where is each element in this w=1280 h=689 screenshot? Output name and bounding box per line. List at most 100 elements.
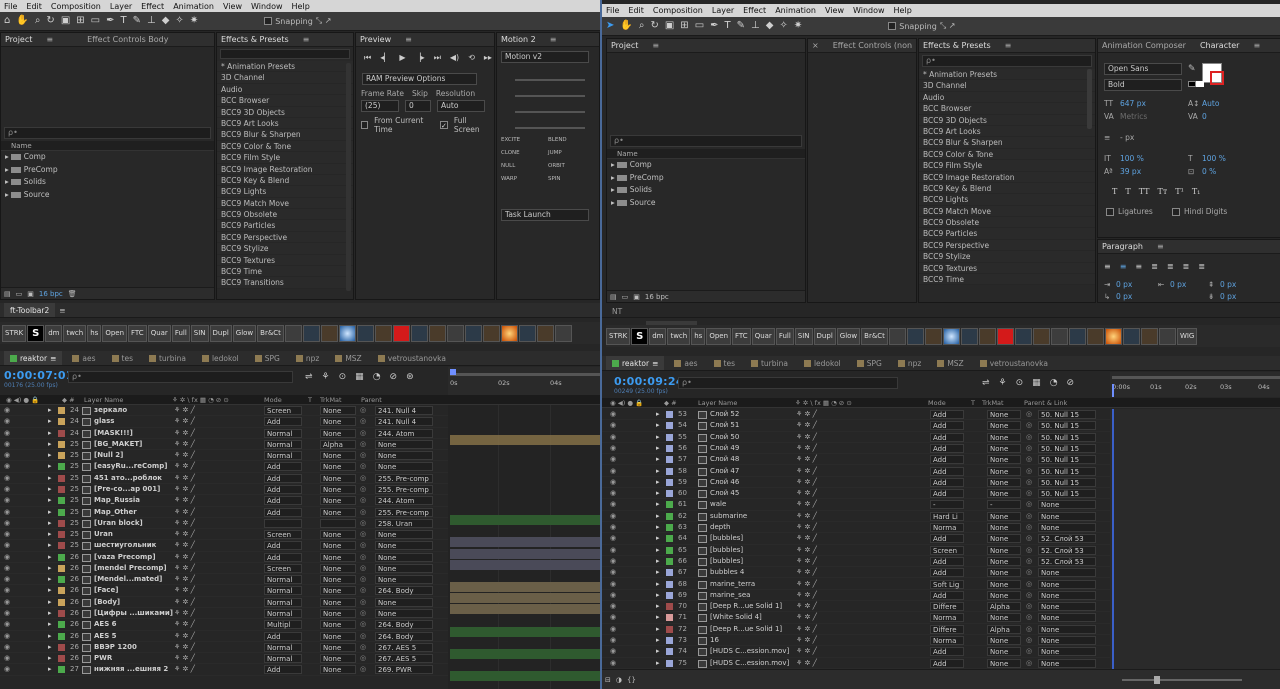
blend-mode-select[interactable]: Differe xyxy=(930,602,964,612)
layer-row[interactable]: ◉ ▸ 25 Uran ⚘ ✲ ╱ Screen None ◎ None xyxy=(0,529,448,541)
project-item-solids[interactable]: ▸ Solids xyxy=(1,176,214,189)
snapping-checkbox[interactable] xyxy=(264,17,273,25)
ft-button[interactable]: dm xyxy=(45,324,63,342)
visibility-eye-icon[interactable]: ◉ xyxy=(610,488,620,498)
trkmat-select[interactable]: None xyxy=(320,462,356,472)
label-color-swatch[interactable] xyxy=(58,598,65,606)
layer-row[interactable]: ◉ ▸ 75 [HUDS C...ession.mov] ⚘ ✲ ╱ Add None ◎ No… xyxy=(602,658,1110,669)
layer-name[interactable]: Слой 46 xyxy=(710,477,794,487)
blend-mode-select[interactable]: Hard Li xyxy=(930,511,964,521)
hindi-digits-checkbox[interactable] xyxy=(1172,208,1180,216)
layer-row[interactable]: ◉ ▸ 25 Map_Russia ⚘ ✲ ╱ Add None ◎ 244. Atom xyxy=(0,495,448,507)
effect-category-item[interactable]: BCC9 Blur & Sharpen xyxy=(919,137,1095,149)
menu-animation[interactable]: Animation xyxy=(173,2,214,11)
parent-select[interactable]: None xyxy=(1038,511,1096,521)
layer-switches-icons[interactable]: ⚘ ✲ ╱ xyxy=(174,450,214,460)
visibility-eye-icon[interactable]: ◉ xyxy=(610,454,620,464)
rotate-tool-icon[interactable]: ↻ xyxy=(650,20,658,32)
draft3d-icon[interactable]: ⚘ xyxy=(322,372,330,382)
label-color-swatch[interactable] xyxy=(666,625,673,633)
menu-view[interactable]: View xyxy=(825,6,844,15)
black-swatch[interactable] xyxy=(1188,81,1196,87)
twirl-arrow-icon[interactable]: ▸ xyxy=(656,511,664,521)
layer-switches-icons[interactable]: ⚘ ✲ ╱ xyxy=(796,658,836,668)
pick-whip-icon[interactable]: ◎ xyxy=(1026,477,1035,487)
visibility-eye-icon[interactable]: ◉ xyxy=(4,518,14,528)
shy-icon[interactable]: ⊙ xyxy=(1016,378,1024,388)
eyedropper-icon[interactable]: ✎ xyxy=(1188,64,1196,74)
menu-effect[interactable]: Effect xyxy=(743,6,766,15)
menu-file[interactable]: File xyxy=(4,2,17,11)
snapping-toggle[interactable]: Snapping ⤡ ↗ xyxy=(888,21,955,31)
parent-select[interactable]: 264. Body xyxy=(375,620,433,630)
layer-row[interactable]: ◉ ▸ 73 16 ⚘ ✲ ╱ Norma None ◎ None xyxy=(602,635,1110,647)
preview-menu-icon[interactable]: ≡ xyxy=(405,35,412,44)
draft3d-icon[interactable]: ⚘ xyxy=(999,378,1007,388)
visibility-eye-icon[interactable]: ◉ xyxy=(4,507,14,517)
trkmat-select[interactable]: None xyxy=(987,556,1021,566)
trkmat-select[interactable]: None xyxy=(987,466,1021,476)
jump-button[interactable]: JUMP xyxy=(548,150,595,156)
layer-switches-icons[interactable]: ⚘ ✲ ╱ xyxy=(796,454,836,464)
twirl-arrow-icon[interactable]: ▸ xyxy=(656,646,664,656)
blend-mode-select[interactable]: Normal xyxy=(264,428,302,438)
visibility-eye-icon[interactable]: ◉ xyxy=(610,624,620,634)
ft-button[interactable]: Quar xyxy=(147,324,171,342)
layer-bar[interactable] xyxy=(450,560,600,570)
visibility-eye-icon[interactable]: ◉ xyxy=(4,619,14,629)
trkmat-select[interactable]: None xyxy=(987,590,1021,600)
blend-mode-select[interactable]: Add xyxy=(264,541,302,551)
layer-bar[interactable] xyxy=(450,549,600,559)
parent-select[interactable]: 258. Uran xyxy=(375,518,433,528)
timeline-track-area-right[interactable] xyxy=(1110,409,1280,669)
label-color-swatch[interactable] xyxy=(58,519,65,527)
trkmat-select[interactable]: None xyxy=(987,545,1021,555)
type-tool-icon[interactable]: T xyxy=(121,15,127,27)
label-color-swatch[interactable] xyxy=(58,643,65,651)
parent-select[interactable]: 50. Null 15 xyxy=(1038,410,1096,419)
nt-tab[interactable]: NT xyxy=(606,307,628,316)
effect-category-item[interactable]: * Animation Presets xyxy=(919,69,1095,81)
selection-tool-icon[interactable]: ➤ xyxy=(606,20,614,32)
ft-button[interactable]: SIN xyxy=(190,324,209,342)
ft-button[interactable]: Br&Ct xyxy=(257,324,284,342)
twirl-arrow-icon[interactable]: ▸ xyxy=(48,529,56,539)
pick-whip-icon[interactable]: ◎ xyxy=(1026,646,1035,656)
comp-flowchart-icon[interactable]: ⇌ xyxy=(982,378,990,388)
twirl-arrow-icon[interactable]: ▸ xyxy=(656,601,664,611)
trkmat-select[interactable]: None xyxy=(987,432,1021,442)
pick-whip-icon[interactable]: ◎ xyxy=(360,619,369,629)
ft-button[interactable]: Full xyxy=(775,327,794,345)
excite-button[interactable]: EXCITE xyxy=(501,137,548,143)
trkmat-select[interactable]: None xyxy=(320,586,356,596)
script-launcher-icon[interactable] xyxy=(1014,327,1032,345)
label-color-swatch[interactable] xyxy=(666,444,673,452)
effect-category-item[interactable]: BCC9 Lights xyxy=(919,194,1095,206)
script-launcher-icon[interactable] xyxy=(906,327,924,345)
trkmat-select[interactable] xyxy=(320,518,356,528)
blend-mode-select[interactable]: Add xyxy=(930,489,964,499)
effect-controls-tab[interactable]: Effect Controls (non xyxy=(833,41,912,50)
menu-edit[interactable]: Edit xyxy=(26,2,42,11)
label-color-swatch[interactable] xyxy=(666,535,673,543)
layer-name[interactable]: submarine xyxy=(710,511,794,521)
visibility-eye-icon[interactable]: ◉ xyxy=(610,432,620,442)
comp-tab[interactable]: reaktor ≡ xyxy=(4,351,63,365)
parent-select[interactable]: None xyxy=(1038,500,1096,510)
blend-button[interactable]: BLEND xyxy=(548,137,595,143)
layer-switches-icons[interactable]: ⚘ ✲ ╱ xyxy=(174,653,214,663)
justify-left-icon[interactable]: ≣ xyxy=(1151,262,1158,271)
ft-button[interactable]: Open xyxy=(706,327,732,345)
layer-row[interactable]: ◉ ▸ 68 marine_terra ⚘ ✲ ╱ Soft Lig None ◎ None xyxy=(602,579,1110,590)
layer-switches-icons[interactable]: ⚘ ✲ ╱ xyxy=(796,567,836,577)
parent-select[interactable]: None xyxy=(375,563,433,573)
script-launcher-icon[interactable] xyxy=(356,324,374,342)
blend-mode-select[interactable]: Add xyxy=(930,658,964,668)
layer-switches-icons[interactable]: ⚘ ✲ ╱ xyxy=(174,597,214,607)
bpc-label[interactable]: 16 bpc xyxy=(39,290,63,298)
twirl-arrow-icon[interactable]: ▸ xyxy=(656,635,664,645)
layer-row[interactable]: ◉ ▸ 61 wale ⚘ ✲ ╱ - - ◎ None xyxy=(602,499,1110,511)
parent-select[interactable]: 269. PWR xyxy=(375,665,433,675)
ft-button[interactable]: S xyxy=(27,324,45,342)
motion-slider-1[interactable] xyxy=(515,79,585,81)
